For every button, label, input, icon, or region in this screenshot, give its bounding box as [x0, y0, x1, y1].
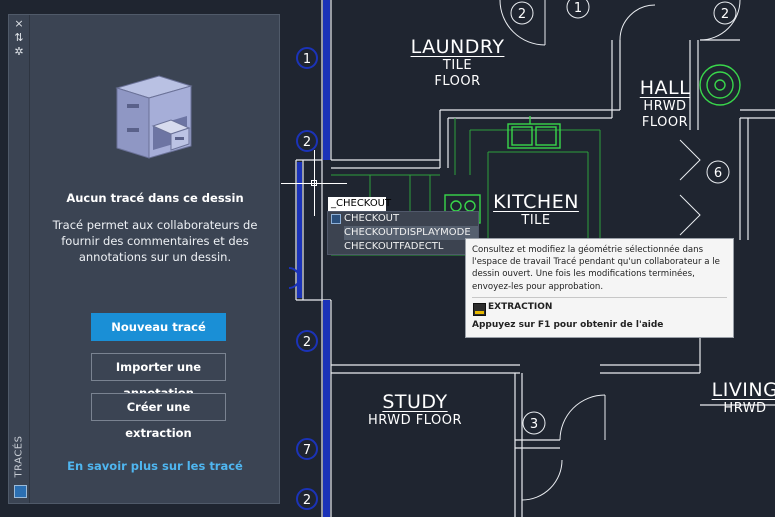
import-annotation-button[interactable]: Importer une annotation [91, 353, 226, 400]
wall-tag: 2 [296, 488, 318, 510]
command-input[interactable]: _CHECKOUT [328, 197, 391, 211]
empty-state-title: Aucun tracé dans ce dessin [66, 191, 244, 205]
trace-palette: × ⇅ ✲ TRACÉS Aucun tracé dans ce dessin … [8, 14, 280, 504]
svg-text:2: 2 [303, 335, 311, 350]
learn-more-link[interactable]: En savoir plus sur les tracé [29, 459, 281, 473]
create-extract-button[interactable]: Créer une extraction [91, 393, 226, 440]
filing-cabinet-icon [115, 75, 193, 159]
properties-icon[interactable]: ✲ [13, 46, 25, 58]
room-label-laundry: LAUNDRY TILE FLOOR [410, 36, 505, 89]
autohide-icon[interactable]: ⇅ [13, 32, 25, 44]
svg-text:2: 2 [518, 7, 526, 22]
extraction-icon [473, 303, 486, 316]
palette-vertical-title: TRACÉS [13, 435, 25, 478]
svg-text:1: 1 [574, 1, 582, 16]
tooltip-description: Consultez et modifiez la géométrie sélec… [472, 245, 720, 292]
wall-tag: 1 [296, 47, 318, 69]
suggestion-item[interactable]: CHECKOUTFADECTL [344, 240, 443, 254]
wall-tag: 2 [296, 130, 318, 152]
palette-title-strip: × ⇅ ✲ TRACÉS [9, 15, 30, 503]
svg-text:3: 3 [530, 417, 538, 432]
new-trace-button[interactable]: Nouveau tracé [91, 313, 226, 341]
wall-tag: 7 [296, 438, 318, 460]
suggestion-item[interactable]: CHECKOUT [344, 212, 399, 226]
svg-text:6: 6 [714, 166, 722, 181]
wall-tag: 2 [296, 330, 318, 352]
trace-logo-icon [14, 485, 27, 498]
room-label-study: STUDY HRWD FLOOR [367, 391, 463, 428]
suggestion-item-highlighted[interactable]: CHECKOUTDISPLAYMODE [344, 226, 478, 240]
tooltip-help-hint: Appuyez sur F1 pour obtenir de l'aide [472, 320, 664, 330]
svg-text:2: 2 [303, 493, 311, 508]
checkout-icon [331, 214, 341, 224]
svg-text:2: 2 [303, 135, 311, 150]
room-label-living: LIVING HRWD [711, 379, 775, 416]
close-icon[interactable]: × [13, 18, 25, 30]
room-label-hall: HALL HRWD FLOOR [639, 77, 691, 130]
room-label-kitchen: KITCHEN TILE [493, 191, 579, 228]
command-suggestions: CHECKOUT CHECKOUTDISPLAYMODE CHECKOUTFAD… [327, 211, 479, 255]
empty-state-description: Tracé permet aux collaborateurs de fourn… [52, 218, 258, 264]
command-tooltip: Consultez et modifiez la géométrie sélec… [465, 238, 734, 338]
svg-text:2: 2 [721, 7, 729, 22]
tooltip-command-name: EXTRACTION [488, 302, 553, 312]
tooltip-divider [472, 297, 727, 298]
svg-text:7: 7 [303, 443, 311, 458]
svg-text:1: 1 [303, 52, 311, 67]
